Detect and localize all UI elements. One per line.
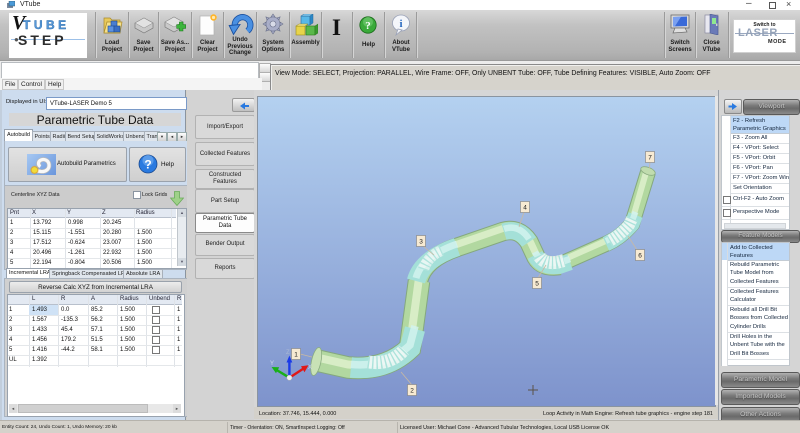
svg-text:1: 1 [294,352,298,359]
svg-text:6: 6 [638,253,642,260]
svg-text:5: 5 [535,281,539,288]
svg-text:4: 4 [523,205,527,212]
svg-text:Z: Z [286,350,290,356]
svg-text:3: 3 [419,239,423,246]
svg-text:2: 2 [410,388,414,395]
svg-text:Y: Y [270,361,274,367]
svg-text:?: ? [144,158,151,172]
svg-text:?: ? [365,20,371,32]
svg-text:7: 7 [648,155,652,162]
svg-text:i: i [399,18,402,30]
svg-text:X: X [308,365,312,371]
